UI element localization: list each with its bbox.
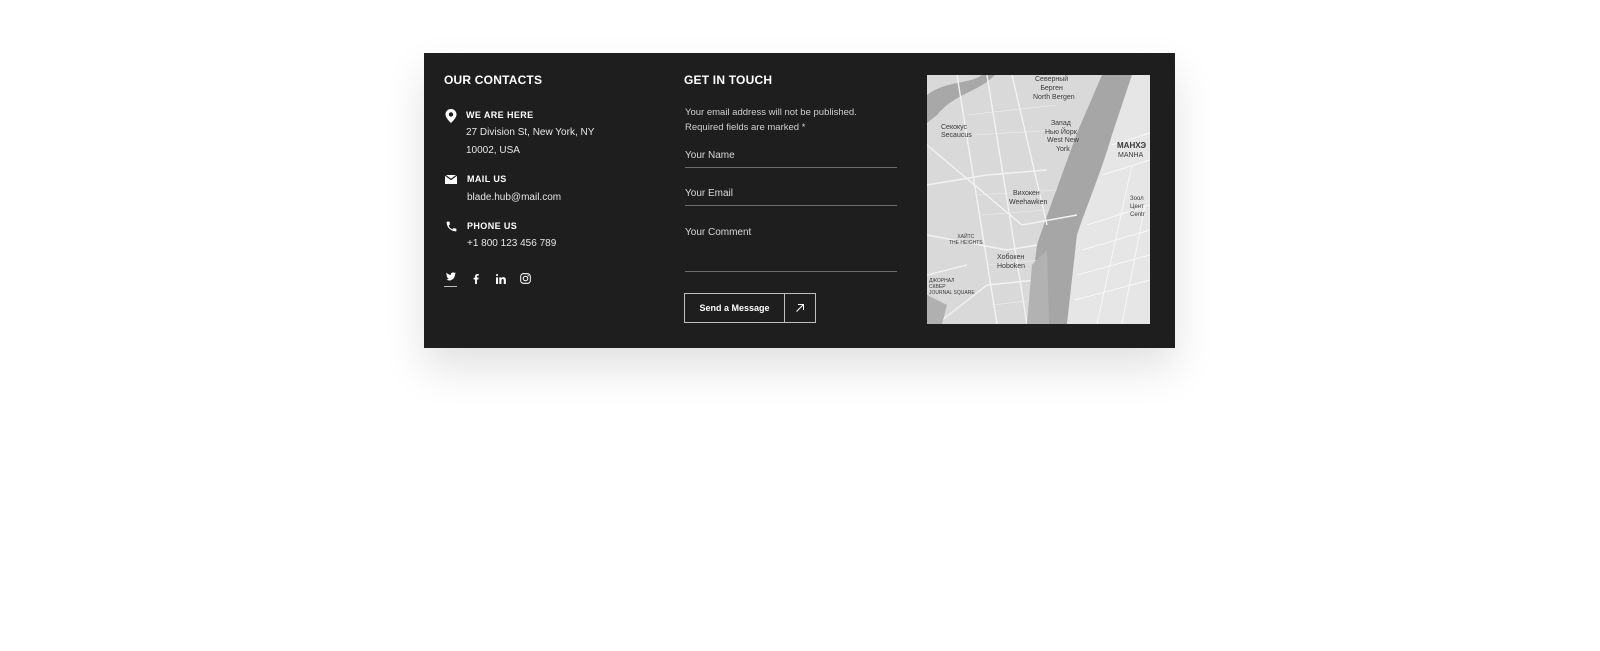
send-message-label: Send a Message bbox=[699, 303, 770, 313]
phone-icon bbox=[444, 219, 458, 233]
map-pin-icon bbox=[444, 109, 458, 123]
map-label-hoboken-ru: Хобокен bbox=[997, 254, 1025, 261]
email-field[interactable] bbox=[685, 188, 897, 206]
map-label-heights: ХАЙТС THE HEIGHTS bbox=[949, 234, 983, 246]
instagram-icon[interactable] bbox=[519, 272, 532, 285]
map-label-weehawken-ru: Вихокен bbox=[1013, 190, 1040, 197]
map-label-secaucus: Secaucus bbox=[941, 132, 972, 139]
map-label-journal-square: ДЖОРНАЛ СКВЕР JOURNAL SQUARE bbox=[929, 278, 975, 296]
map-label-west-ny-ru: Запад Нью Йорк bbox=[1045, 120, 1077, 136]
send-message-button[interactable]: Send a Message bbox=[684, 293, 816, 323]
map-label-weehawken: Weehawken bbox=[1009, 199, 1048, 206]
map-label-north-bergen-ru: Северный Берген bbox=[1035, 76, 1069, 92]
address-line1: 27 Division St, New York, NY bbox=[466, 127, 595, 138]
twitter-icon[interactable] bbox=[444, 270, 457, 287]
phone-value[interactable]: +1 800 123 456 789 bbox=[467, 235, 556, 253]
location-map[interactable]: Северный Берген North Bergen Секокус Seca… bbox=[927, 75, 1150, 324]
contacts-title: OUR CONTACTS bbox=[444, 73, 543, 87]
arrow-up-right-icon bbox=[784, 294, 815, 322]
address-line2: 10002, USA bbox=[466, 145, 520, 156]
form-note: Your email address will not be published… bbox=[685, 107, 857, 133]
envelope-icon bbox=[444, 172, 458, 186]
contact-footer-panel: OUR CONTACTS WE ARE HERE 27 Division St,… bbox=[424, 53, 1175, 348]
map-label-zoo: Зоол Цент Centr bbox=[1130, 196, 1145, 218]
facebook-icon[interactable] bbox=[469, 272, 482, 285]
phone-label: PHONE US bbox=[467, 221, 518, 231]
map-label-hoboken: Hoboken bbox=[997, 263, 1026, 270]
mail-value[interactable]: blade.hub@mail.com bbox=[467, 189, 561, 207]
form-title: GET IN TOUCH bbox=[684, 73, 773, 87]
linkedin-icon[interactable] bbox=[494, 272, 507, 285]
social-links bbox=[444, 270, 532, 287]
map-label-manhattan-ru: МАНХЭ bbox=[1117, 141, 1147, 150]
map-label-north-bergen: North Bergen bbox=[1033, 94, 1075, 101]
mail-label: MAIL US bbox=[467, 174, 507, 184]
map-label-manhattan: MANHA bbox=[1118, 152, 1144, 159]
address-label: WE ARE HERE bbox=[466, 110, 534, 120]
name-field[interactable] bbox=[685, 150, 897, 168]
comment-field[interactable] bbox=[685, 227, 897, 272]
map-label-west-ny: West New York bbox=[1047, 137, 1079, 153]
